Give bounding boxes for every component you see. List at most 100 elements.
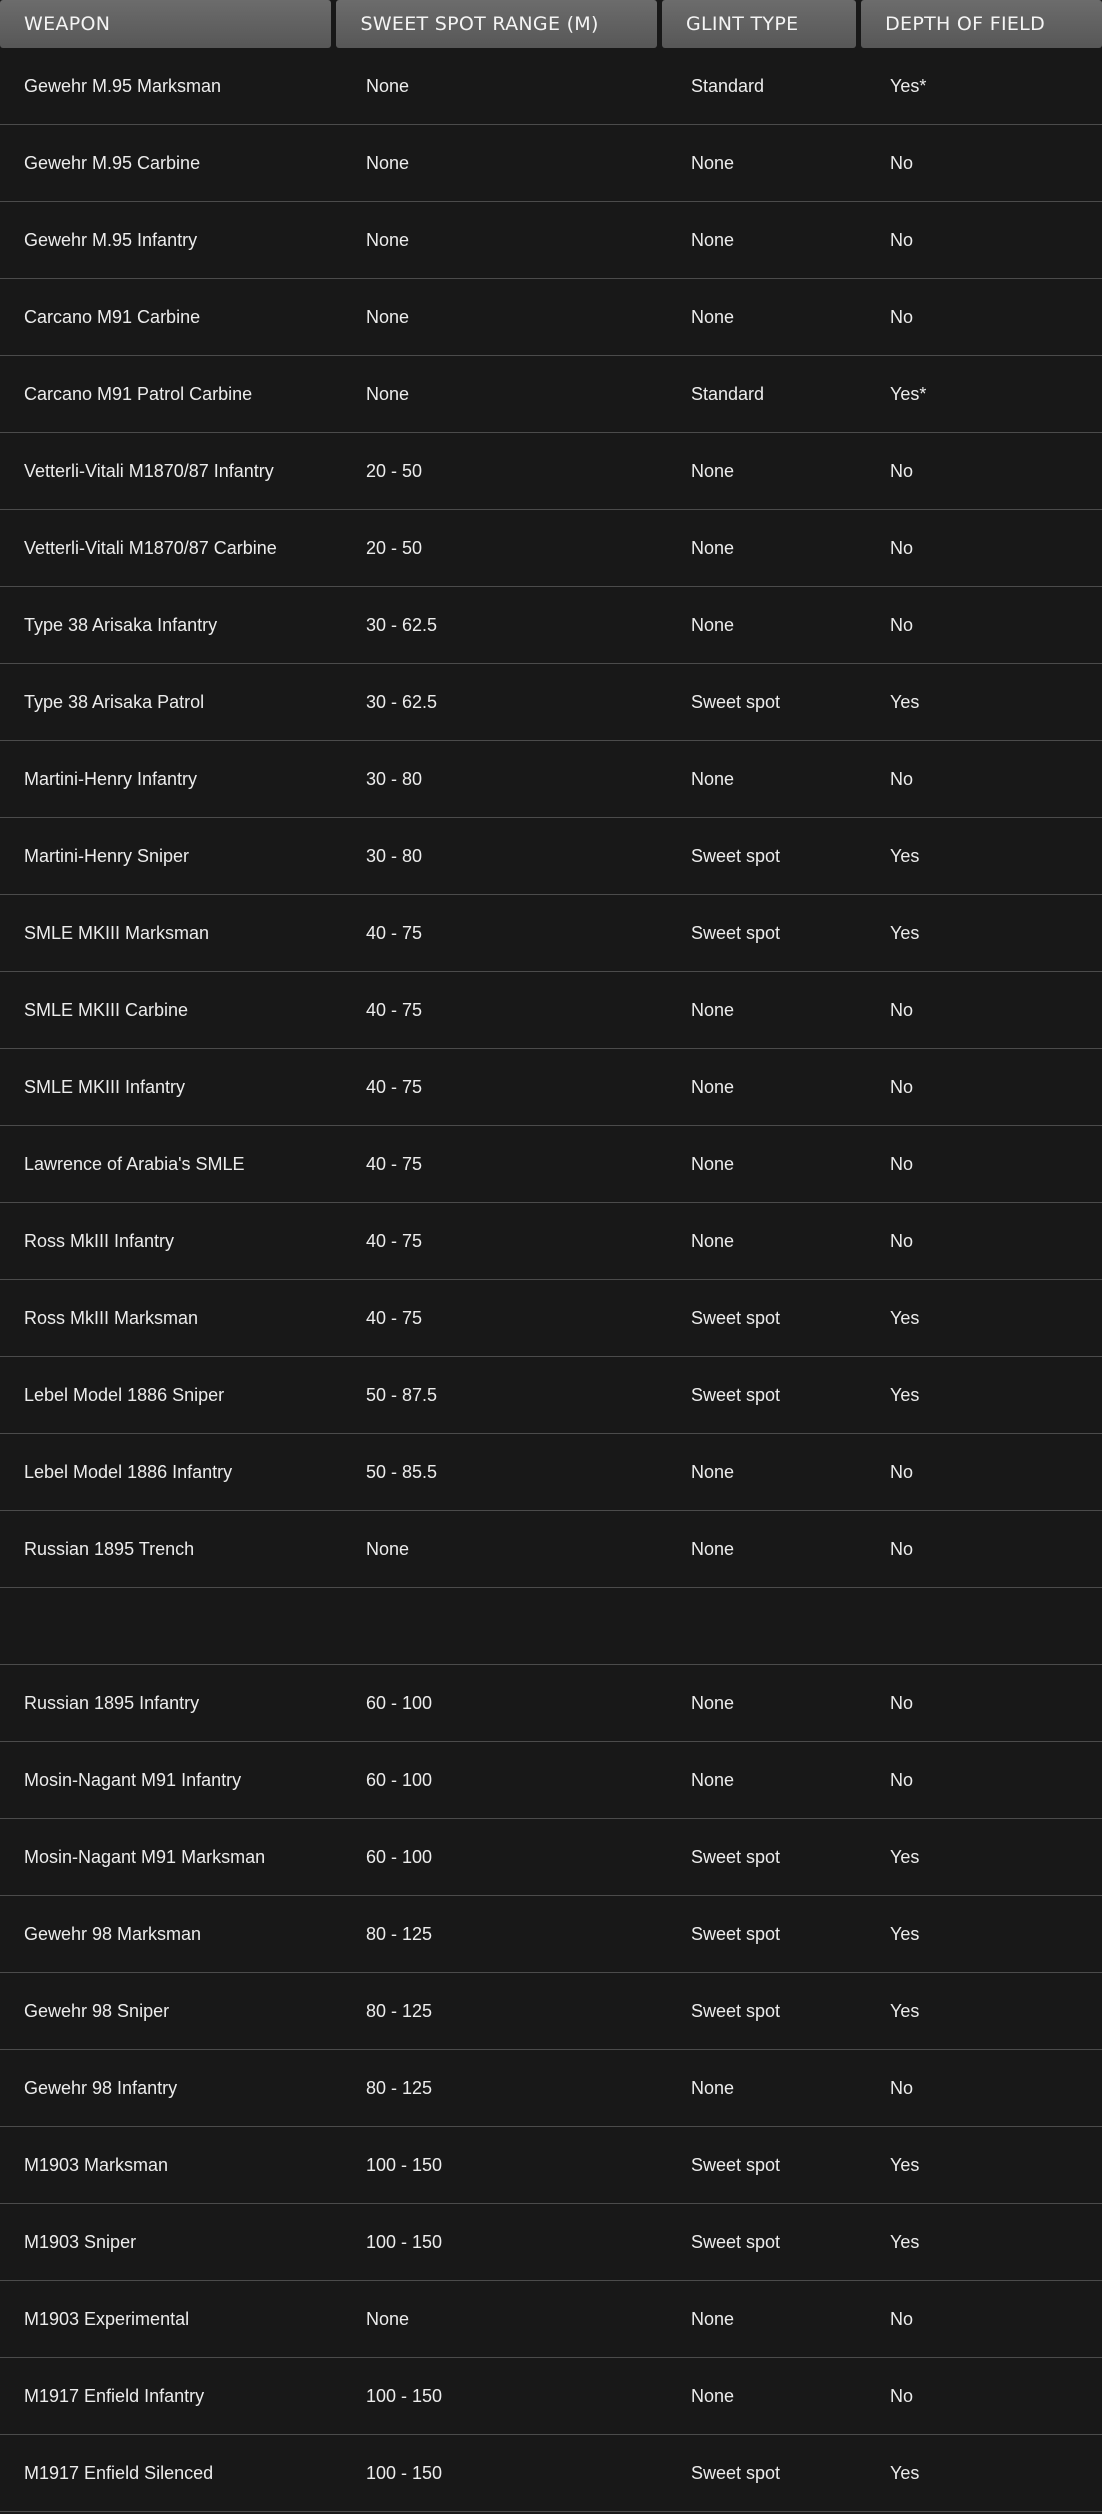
sweet-spot-range-cell: 60 - 100 [366,1769,433,1790]
table-row: SMLE MKIII Infantry 40 - 75 None No [0,1049,1102,1126]
weapon-table: WEAPON SWEET SPOT RANGE (M) GLINT TYPE D… [0,0,1102,2512]
glint-type-cell: None [691,460,735,481]
glint-type-cell: Sweet spot [691,2462,781,2483]
glint-type-cell: None [691,229,735,250]
sweet-spot-range-cell: 100 - 150 [366,2462,443,2483]
depth-of-field-cell: No [890,1461,914,1482]
depth-of-field-cell: Yes [890,2000,920,2021]
column-header-depth-of-field[interactable]: DEPTH OF FIELD [861,0,1102,48]
depth-of-field-cell: No [890,537,914,558]
depth-of-field-cell: Yes [890,1384,920,1405]
table-row: Gewehr M.95 Carbine None None No [0,125,1102,202]
column-header-sweet-spot-range[interactable]: SWEET SPOT RANGE (M) [336,0,657,48]
depth-of-field-cell: No [890,1769,914,1790]
sweet-spot-range-cell: None [366,229,410,250]
glint-type-cell: None [691,1692,735,1713]
glint-type-cell: Sweet spot [691,1384,781,1405]
depth-of-field-cell: Yes* [890,383,927,404]
depth-of-field-cell: No [890,1153,914,1174]
table-row: M1903 Sniper 100 - 150 Sweet spot Yes [0,2204,1102,2281]
weapon-cell: SMLE MKIII Marksman [24,922,210,943]
glint-type-cell: None [691,768,735,789]
weapon-cell: M1903 Experimental [24,2308,190,2329]
glint-type-cell: None [691,152,735,173]
weapon-cell: M1917 Enfield Silenced [24,2462,214,2483]
glint-type-cell: None [691,1230,735,1251]
sweet-spot-range-cell: 100 - 150 [366,2385,443,2406]
depth-of-field-cell: Yes [890,2231,920,2252]
sweet-spot-range-cell: None [366,383,410,404]
depth-of-field-cell: Yes [890,1307,920,1328]
table-row: Ross MkIII Infantry 40 - 75 None No [0,1203,1102,1280]
weapon-cell: Martini-Henry Infantry [24,768,198,789]
glint-type-cell: Sweet spot [691,2154,781,2175]
glint-type-cell: None [691,1538,735,1559]
sweet-spot-range-cell: 20 - 50 [366,537,423,558]
depth-of-field-cell: No [890,1538,914,1559]
sweet-spot-range-cell: None [366,1538,410,1559]
table-row: Gewehr 98 Infantry 80 - 125 None No [0,2050,1102,2127]
depth-of-field-cell: No [890,614,914,635]
table-row: Vetterli-Vitali M1870/87 Infantry 20 - 50… [0,433,1102,510]
depth-of-field-cell: No [890,2385,914,2406]
table-row: Mosin-Nagant M91 Infantry 60 - 100 None No [0,1742,1102,1819]
weapon-cell: M1903 Sniper [24,2231,137,2252]
sweet-spot-range-cell: 40 - 75 [366,1230,423,1251]
weapon-cell: Lebel Model 1886 Sniper [24,1384,225,1405]
weapon-cell: Russian 1895 Infantry [24,1692,200,1713]
table-row: Carcano M91 Carbine None None No [0,279,1102,356]
table-row: Martini-Henry Infantry 30 - 80 None No [0,741,1102,818]
table-row: Lebel Model 1886 Sniper 50 - 87.5 Sweet sp… [0,1357,1102,1434]
table-row [0,1588,1102,1665]
weapon-cell: Martini-Henry Sniper [24,845,190,866]
glint-type-cell: None [691,1461,735,1482]
glint-type-cell: None [691,1153,735,1174]
table-row: Carcano M91 Patrol Carbine None Standard Ye… [0,356,1102,433]
glint-type-cell: None [691,1769,735,1790]
glint-type-cell: Standard [691,383,765,404]
depth-of-field-cell: Yes [890,1923,920,1944]
glint-type-cell: Sweet spot [691,1923,781,1944]
depth-of-field-cell: Yes [890,1846,920,1867]
sweet-spot-range-cell: 40 - 75 [366,1307,423,1328]
weapon-cell: Gewehr 98 Marksman [24,1923,202,1944]
weapon-cell: Type 38 Arisaka Infantry [24,614,218,635]
table-row: M1917 Enfield Infantry 100 - 150 None No [0,2358,1102,2435]
table-row: Gewehr M.95 Marksman None Standard Yes* [0,48,1102,125]
depth-of-field-cell: No [890,999,914,1020]
weapon-cell: Gewehr M.95 Infantry [24,229,198,250]
sweet-spot-range-cell: None [366,75,410,96]
depth-of-field-cell: No [890,460,914,481]
table-row: Russian 1895 Trench None None No [0,1511,1102,1588]
depth-of-field-cell: Yes* [890,75,927,96]
sweet-spot-range-cell: 100 - 150 [366,2231,443,2252]
weapon-cell: Gewehr 98 Sniper [24,2000,170,2021]
weapon-cell: SMLE MKIII Carbine [24,999,189,1020]
table-row: Russian 1895 Infantry 60 - 100 None No [0,1665,1102,1742]
weapon-cell: Carcano M91 Carbine [24,306,201,327]
sweet-spot-range-cell: 20 - 50 [366,460,423,481]
glint-type-cell: Standard [691,75,765,96]
sweet-spot-range-cell: 40 - 75 [366,1076,423,1097]
glint-type-cell: None [691,537,735,558]
weapon-cell: Gewehr M.95 Carbine [24,152,201,173]
weapon-cell: Lawrence of Arabia's SMLE [24,1153,245,1174]
table-row: Type 38 Arisaka Patrol 30 - 62.5 Sweet spo… [0,664,1102,741]
table-body: Gewehr M.95 Marksman None Standard Yes* Gewe… [0,48,1102,2512]
sweet-spot-range-cell: 50 - 87.5 [366,1384,438,1405]
sweet-spot-range-cell: 40 - 75 [366,1153,423,1174]
table-row: Gewehr 98 Marksman 80 - 125 Sweet spot Yes [0,1896,1102,1973]
glint-type-cell: Sweet spot [691,2000,781,2021]
sweet-spot-range-cell: 100 - 150 [366,2154,443,2175]
glint-type-cell: Sweet spot [691,845,781,866]
depth-of-field-cell: Yes [890,2462,920,2483]
sweet-spot-range-cell: 30 - 62.5 [366,614,438,635]
column-header-glint-type[interactable]: GLINT TYPE [661,0,857,48]
table-row: M1903 Experimental None None No [0,2281,1102,2358]
column-header-weapon[interactable]: WEAPON [0,0,332,48]
sweet-spot-range-cell: 30 - 62.5 [366,691,438,712]
depth-of-field-cell: No [890,152,914,173]
weapon-cell: Mosin-Nagant M91 Marksman [24,1846,266,1867]
weapon-cell: Mosin-Nagant M91 Infantry [24,1769,242,1790]
glint-type-cell: None [691,999,735,1020]
